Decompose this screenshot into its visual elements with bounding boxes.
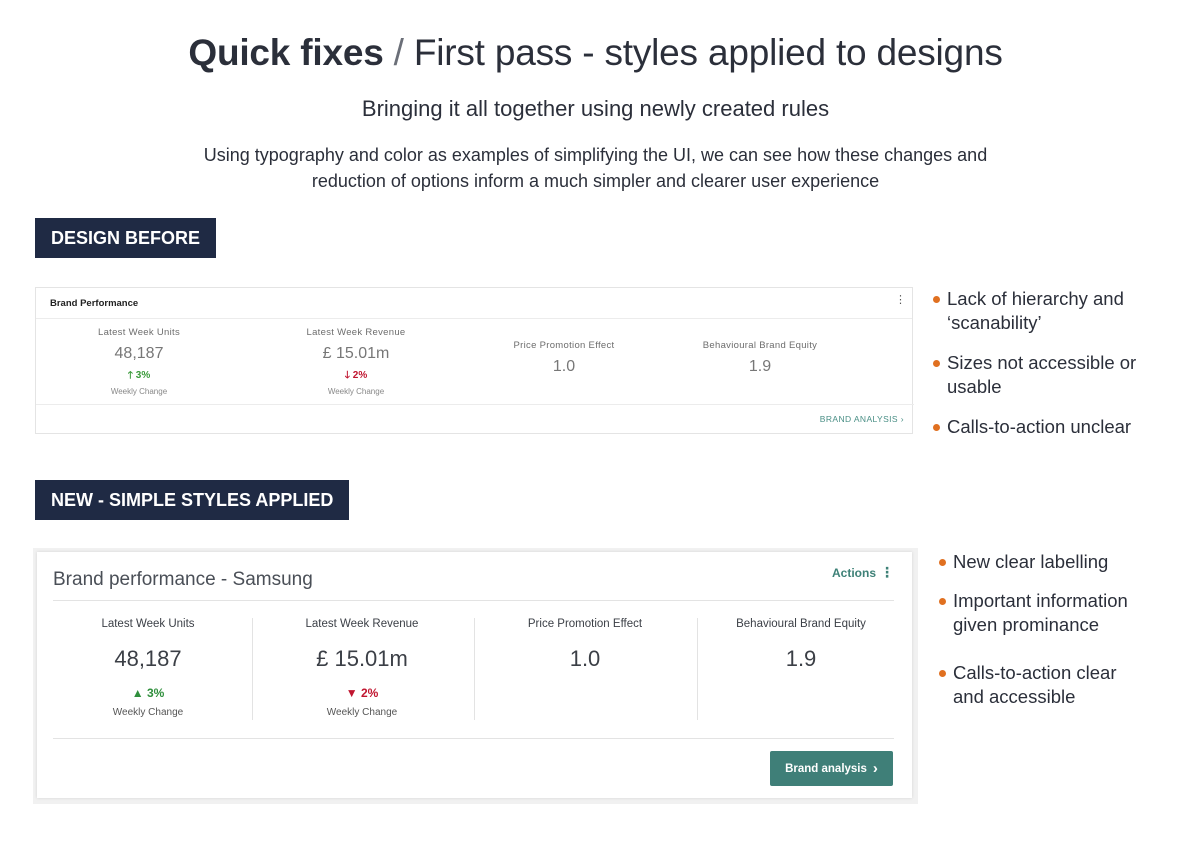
new-metric-label: Latest Week Units (101, 618, 195, 630)
page-subtitle: Bringing it all together using newly cre… (361, 96, 830, 121)
actions-label: Actions (831, 566, 876, 580)
old-metric-sub: Weekly Change (327, 387, 385, 396)
old-change-value: 3% (135, 370, 151, 381)
title-bold: Quick fixes (188, 32, 384, 73)
new-metric-price-promotion: Price Promotion Effect 1.0 (475, 618, 695, 672)
title-rest: First pass - styles applied to designs (413, 32, 1003, 73)
note-line: and accessible (953, 686, 1076, 707)
page-description: Using typography and color as examples o… (0, 142, 1191, 194)
brand-analysis-link-label: BRAND ANALYSIS (819, 414, 898, 424)
new-metric-brand-equity: Behavioural Brand Equity 1.9 (691, 618, 911, 672)
old-metric-value: £ 15.01m (322, 345, 390, 362)
arrow-down-icon: 🡓 (344, 370, 350, 381)
new-metric-change: ▼ 2% (252, 686, 472, 700)
new-change-value: 2% (360, 686, 379, 700)
note-line: ‘scanability’ (947, 312, 1042, 333)
old-metric-value: 48,187 (114, 345, 164, 362)
old-card-title: Brand Performance (50, 298, 139, 309)
arrow-up-icon: 🡑 (127, 370, 133, 381)
description-line-1: Using typography and color as examples o… (203, 145, 988, 165)
new-metric-value: £ 15.01m (316, 646, 408, 671)
old-metric-value: 1.9 (748, 358, 772, 375)
brand-analysis-button[interactable]: Brand analysis › (770, 751, 893, 786)
footer-divider (53, 738, 894, 739)
description-line-2: reduction of options inform a much simpl… (311, 171, 880, 191)
new-metric-sub: Weekly Change (112, 707, 184, 718)
note-line: Important information (953, 590, 1128, 611)
old-metric-revenue: Latest Week Revenue £ 15.01m 🡓 2% Weekly… (256, 327, 456, 396)
new-metric-label: Behavioural Brand Equity (736, 618, 866, 630)
before-note-1: Lack of hierarchy and ‘scanability’ (931, 287, 1181, 335)
chevron-right-icon: › (900, 414, 904, 424)
vertical-dots-icon[interactable]: ⋮ (895, 295, 906, 306)
old-card-metrics: Latest Week Units 48,187 🡑 3% Weekly Cha… (36, 319, 914, 405)
old-metric-value: 1.0 (552, 358, 576, 375)
page-title: Quick fixes / First pass - styles applie… (0, 32, 1191, 74)
before-note-3: Calls-to-action unclear (931, 415, 1181, 439)
new-brand-performance-card: Brand performance - Samsung Actions ⋮ Lat… (37, 552, 912, 798)
new-change-value: 3% (146, 686, 165, 700)
old-card-header: Brand Performance ⋮ (36, 288, 912, 319)
new-metric-value: 1.0 (569, 646, 601, 671)
new-note-1: New clear labelling (937, 550, 1177, 574)
old-metric-change: 🡑 3% (39, 368, 239, 385)
old-metric-price-promotion: Price Promotion Effect 1.0 (464, 340, 664, 376)
new-notes-list: New clear labelling Important informatio… (937, 550, 1177, 709)
new-metric-label: Latest Week Revenue (305, 618, 419, 630)
old-brand-performance-card: Brand Performance ⋮ Latest Week Units 48… (35, 287, 914, 434)
old-metric-units: Latest Week Units 48,187 🡑 3% Weekly Cha… (39, 327, 239, 396)
new-metric-change: ▲ 3% (38, 686, 258, 700)
note-line: Calls-to-action clear (953, 662, 1117, 683)
before-notes-list: Lack of hierarchy and ‘scanability’ Sizes… (931, 287, 1181, 439)
new-metric-revenue: Latest Week Revenue £ 15.01m ▼ 2% Weekly… (252, 618, 472, 718)
new-card-title: Brand performance - Samsung (53, 569, 313, 590)
new-metric-label: Price Promotion Effect (527, 618, 643, 630)
note-line: given prominance (953, 614, 1100, 635)
triangle-up-icon: ▲ (131, 686, 144, 700)
actions-menu-button[interactable]: Actions ⋮ (832, 564, 894, 581)
old-metric-brand-equity: Behavioural Brand Equity 1.9 (660, 340, 860, 376)
triangle-down-icon: ▼ (345, 686, 358, 700)
new-note-2: Important information given prominance (937, 589, 1177, 637)
note-line: Lack of hierarchy and (947, 288, 1124, 309)
new-metric-sub: Weekly Change (326, 707, 398, 718)
old-change-value: 2% (352, 370, 368, 381)
title-separator: / (383, 32, 414, 73)
vertical-dots-icon: ⋮ (880, 564, 894, 580)
design-before-tag: DESIGN BEFORE (35, 218, 217, 258)
note-line: New clear labelling (953, 551, 1109, 572)
brand-analysis-button-label: Brand analysis (785, 762, 867, 775)
new-metric-units: Latest Week Units 48,187 ▲ 3% Weekly Cha… (38, 618, 258, 718)
before-note-2: Sizes not accessible or usable (931, 351, 1181, 399)
new-styles-tag: NEW - SIMPLE STYLES APPLIED (35, 480, 350, 520)
old-metric-sub: Weekly Change (110, 387, 168, 396)
old-metric-label: Latest Week Units (97, 327, 180, 338)
header-divider (53, 600, 894, 601)
old-metric-change: 🡓 2% (256, 368, 456, 385)
old-metric-label: Latest Week Revenue (306, 327, 406, 338)
note-line: usable (947, 376, 1002, 397)
new-card-frame: Brand performance - Samsung Actions ⋮ Lat… (33, 548, 918, 804)
old-metric-label: Behavioural Brand Equity (702, 340, 818, 351)
brand-analysis-link[interactable]: BRAND ANALYSIS › (820, 414, 904, 424)
chevron-right-icon: › (872, 760, 878, 777)
new-metric-value: 48,187 (114, 646, 182, 671)
note-line: Calls-to-action unclear (947, 416, 1132, 437)
old-metric-label: Price Promotion Effect (513, 340, 615, 351)
new-metric-value: 1.9 (785, 646, 817, 671)
note-line: Sizes not accessible or (947, 352, 1137, 373)
new-note-3: Calls-to-action clear and accessible (937, 661, 1177, 709)
